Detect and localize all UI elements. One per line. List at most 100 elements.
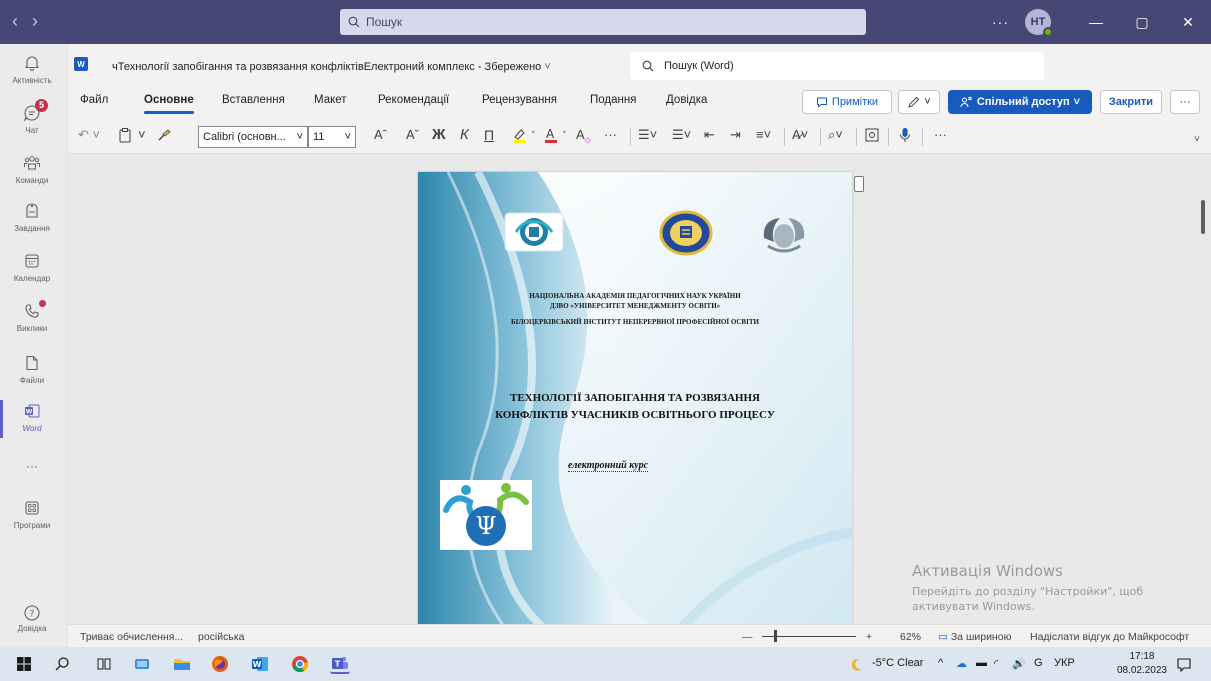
wifi-icon[interactable]: ◜ <box>994 657 998 670</box>
dictate-toggle-icon[interactable] <box>864 127 880 147</box>
more-commands-icon[interactable]: ··· <box>934 127 947 143</box>
weather-icon[interactable] <box>848 657 864 673</box>
rail-item-assignments[interactable]: Завдання <box>0 202 64 233</box>
close-window-button[interactable]: ✕ <box>1165 0 1211 44</box>
rail-item-word[interactable]: W Word <box>0 402 64 433</box>
tab-home[interactable]: Основне <box>144 94 194 114</box>
font-name-value: Calibri (основн... <box>203 131 286 143</box>
tab-references[interactable]: Рекомендації <box>378 94 449 106</box>
align-icon[interactable]: ≡˅ <box>756 127 771 143</box>
word-app: W чТехнології запобігання та розвязання … <box>68 44 1211 647</box>
input-method-icon[interactable]: G <box>1034 657 1043 669</box>
styles-icon[interactable]: A̷˅ <box>792 127 808 143</box>
status-language[interactable]: російська <box>198 631 245 643</box>
share-label: Спільний доступ <box>976 96 1070 108</box>
teams-search-input[interactable]: Пошук <box>340 9 866 35</box>
tab-view[interactable]: Подання <box>590 94 636 106</box>
notifications-icon[interactable] <box>1176 657 1192 676</box>
editing-mode-button[interactable]: ˅ <box>898 90 940 114</box>
zoom-slider-thumb[interactable] <box>774 630 777 642</box>
back-arrow-icon[interactable]: ‹ <box>12 12 18 30</box>
teams-taskbar-icon[interactable]: T <box>330 654 350 674</box>
bullets-icon[interactable]: ☰˅ <box>638 127 657 143</box>
document-title[interactable]: чТехнології запобігання та розвязання ко… <box>112 61 551 73</box>
rail-item-help[interactable]: ? Довідка <box>0 604 64 633</box>
fit-width-button[interactable]: ▭ За шириною <box>938 631 1011 643</box>
bold-button[interactable]: Ж <box>432 127 446 143</box>
more-font-options-icon[interactable]: ··· <box>604 127 617 143</box>
comments-button[interactable]: Примітки <box>802 90 892 114</box>
zoom-in-button[interactable]: + <box>866 631 872 643</box>
zoom-level[interactable]: 62% <box>900 631 921 643</box>
rail-item-chat[interactable]: 5 Чат <box>0 99 64 135</box>
tab-file[interactable]: Файл <box>80 94 108 106</box>
close-document-button[interactable]: Закрити <box>1100 90 1162 114</box>
svg-text:˅: ˅ <box>531 131 536 141</box>
firefox-icon[interactable] <box>210 654 230 674</box>
document-canvas[interactable]: НАЦІОНАЛЬНА АКАДЕМІЯ ПЕДАГОГІЧНИХ НАУК У… <box>68 154 1211 624</box>
numbering-icon[interactable]: ☰˅ <box>672 127 691 143</box>
rail-label: Календар <box>13 274 51 283</box>
onedrive-icon[interactable]: ☁ <box>956 657 967 670</box>
font-size-select[interactable]: 11 ˅ <box>308 126 356 148</box>
windows-start-icon[interactable] <box>14 654 34 674</box>
font-name-select[interactable]: Calibri (основн... ˅ <box>198 126 308 148</box>
taskbar-search-icon[interactable] <box>52 654 72 674</box>
tab-help[interactable]: Довідка <box>666 94 707 106</box>
rail-item-activity[interactable]: Активність <box>0 54 64 85</box>
tray-overflow-icon[interactable]: ^ <box>938 657 943 669</box>
paste-icon[interactable] <box>118 127 132 147</box>
taskbar-app-icon[interactable] <box>132 654 152 674</box>
network-icon[interactable]: ▬ <box>976 657 987 669</box>
rail-item-calendar[interactable]: Календар <box>0 252 64 283</box>
rail-item-calls[interactable]: Виклики <box>0 300 64 333</box>
highlight-icon[interactable]: ˅ <box>512 127 538 147</box>
underline-button[interactable]: П <box>484 127 494 143</box>
volume-icon[interactable]: 🔊 <box>1012 657 1026 670</box>
more-options-icon[interactable]: ··· <box>992 14 1009 30</box>
decrease-font-size-icon[interactable]: Aˇ <box>406 127 419 143</box>
feedback-link[interactable]: Надіслати відгук до Майкрософт <box>1030 631 1189 643</box>
vertical-scrollbar[interactable] <box>1201 200 1205 234</box>
windows-taskbar: W T -5°C Clear ^ ☁ ▬ ◜ 🔊 G УКР 17:18 08.… <box>0 647 1211 681</box>
rail-item-more[interactable]: ··· <box>0 456 64 476</box>
file-explorer-icon[interactable] <box>172 654 192 674</box>
toolbar-separator <box>820 128 821 146</box>
maximize-button[interactable]: ▢ <box>1119 0 1165 44</box>
word-search-input[interactable]: Пошук (Word) <box>630 52 1044 80</box>
language-indicator[interactable]: УКР <box>1054 657 1075 669</box>
rail-label: Виклики <box>16 324 48 333</box>
minimize-button[interactable]: — <box>1073 0 1119 44</box>
increase-indent-icon[interactable]: ⇥ <box>730 127 741 143</box>
more-options-button[interactable]: ··· <box>1170 90 1200 114</box>
word-taskbar-icon[interactable]: W <box>250 654 270 674</box>
share-button[interactable]: Спільний доступ ˅ <box>948 90 1092 114</box>
rail-item-apps[interactable]: Програми <box>0 499 64 530</box>
increase-font-size-icon[interactable]: Aˆ <box>374 127 387 143</box>
clear-formatting-icon[interactable]: A◇ <box>576 127 591 149</box>
clock-time: 17:18 <box>1129 651 1155 662</box>
font-color-icon[interactable]: A ˅ <box>544 127 570 147</box>
weather-text[interactable]: -5°C Clear <box>872 657 923 669</box>
decrease-indent-icon[interactable]: ⇤ <box>704 127 715 143</box>
chrome-icon[interactable] <box>290 654 310 674</box>
tab-insert[interactable]: Вставлення <box>222 94 285 106</box>
italic-button[interactable]: К <box>460 127 469 143</box>
clock[interactable]: 17:18 08.02.2023 <box>1117 650 1167 678</box>
microphone-icon[interactable] <box>898 127 912 147</box>
undo-icon[interactable]: ↶ ˅ <box>78 127 100 143</box>
format-painter-icon[interactable] <box>156 127 172 147</box>
chevron-down-icon: ˅ <box>344 131 351 143</box>
document-page[interactable]: НАЦІОНАЛЬНА АКАДЕМІЯ ПЕДАГОГІЧНИХ НАУК У… <box>418 172 852 624</box>
expand-ribbon-chevron-icon[interactable]: ˅ <box>1194 132 1200 148</box>
forward-arrow-icon[interactable]: › <box>32 12 38 30</box>
tab-layout[interactable]: Макет <box>314 94 347 106</box>
task-view-icon[interactable] <box>94 654 114 674</box>
rail-item-teams[interactable]: Команди <box>0 154 64 185</box>
tab-review[interactable]: Рецензування <box>482 94 557 106</box>
rail-item-files[interactable]: Файли <box>0 354 64 385</box>
find-icon[interactable]: ⌕˅ <box>828 127 843 143</box>
avatar[interactable]: НТ <box>1025 9 1053 37</box>
zoom-out-button[interactable]: — <box>742 631 753 643</box>
chevron-down-icon[interactable]: ˅ <box>138 127 146 143</box>
